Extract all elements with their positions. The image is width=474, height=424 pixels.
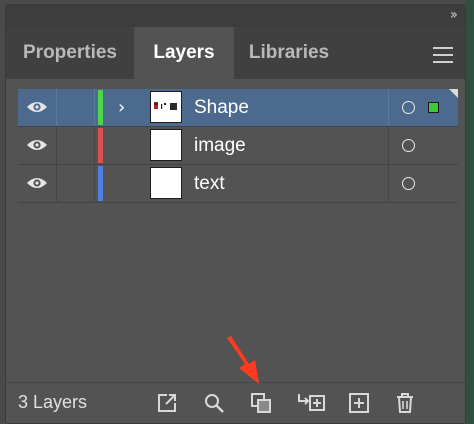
column-divider (56, 127, 57, 164)
layer-row-text[interactable]: text (18, 165, 458, 203)
layer-count: 3 Layers (18, 392, 88, 412)
new-sublayer-icon[interactable] (296, 392, 326, 414)
layer-row-image[interactable]: image (18, 127, 458, 165)
tab-properties[interactable]: Properties (6, 27, 134, 79)
column-divider (56, 165, 57, 202)
expand-chevron-icon[interactable]: › (118, 97, 125, 118)
collapse-panel-icon[interactable]: ›› (450, 7, 458, 23)
annotation-arrow (227, 336, 259, 384)
column-divider (56, 89, 57, 126)
selection-indicator[interactable] (428, 102, 439, 113)
column-divider (388, 89, 389, 126)
layer-thumbnail (150, 167, 182, 199)
layer-thumbnail (150, 91, 182, 123)
column-divider (94, 127, 95, 164)
new-layer-icon[interactable] (348, 392, 370, 414)
visibility-eye-icon[interactable] (26, 176, 48, 190)
column-divider (94, 89, 95, 126)
layer-color-bar (98, 166, 103, 201)
background-strip (466, 0, 474, 424)
tab-libraries[interactable]: Libraries (234, 27, 344, 79)
visibility-eye-icon[interactable] (26, 138, 48, 152)
layer-target-circle[interactable] (402, 177, 415, 190)
visibility-eye-icon[interactable] (26, 100, 48, 114)
search-icon[interactable] (203, 392, 225, 414)
layer-name[interactable]: text (194, 165, 225, 203)
layer-thumbnail (150, 129, 182, 161)
selected-art-corner (449, 89, 458, 98)
column-divider (94, 165, 95, 202)
thumbnail-art (154, 102, 177, 110)
layer-name[interactable]: image (194, 127, 246, 165)
layer-target-circle[interactable] (402, 101, 415, 114)
layer-target-circle[interactable] (402, 139, 415, 152)
export-icon[interactable] (156, 392, 178, 414)
panel-titlebar: ›› (6, 5, 465, 27)
clipping-mask-icon[interactable] (250, 392, 272, 414)
column-divider (388, 127, 389, 164)
layer-color-bar (98, 90, 103, 125)
column-divider (388, 165, 389, 202)
delete-layer-icon[interactable] (394, 392, 416, 414)
tab-layers[interactable]: Layers (134, 27, 234, 79)
layer-name[interactable]: Shape (194, 89, 249, 127)
panel-menu-icon[interactable] (433, 47, 453, 68)
panel-tabbar: Properties Layers Libraries (6, 27, 465, 79)
panel-footer: 3 Layers (6, 382, 465, 423)
layer-row-shape[interactable]: › Shape (18, 89, 458, 127)
layer-color-bar (98, 128, 103, 163)
